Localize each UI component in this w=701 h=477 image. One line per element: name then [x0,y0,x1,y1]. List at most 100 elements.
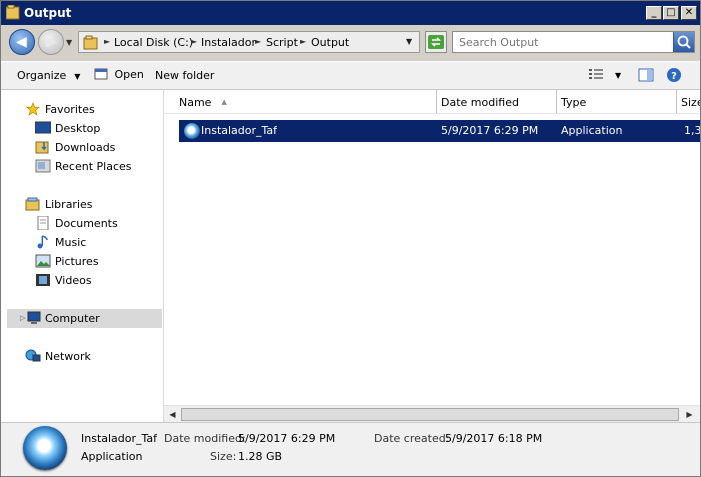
view-options-icon [589,69,603,79]
sidebar-item-label: Documents [55,217,118,230]
minimize-icon: _ [651,7,657,18]
sidebar-item-computer[interactable]: ▷ Computer [7,309,162,328]
column-header-size[interactable]: Size [677,90,700,113]
breadcrumb-item-instalador[interactable]: Instalador [201,36,256,49]
explorer-window: Output _ □ ✕ ◀ ▶ ▼ ► Local Disk (C:) ► I… [0,0,701,477]
folder-icon [83,35,98,50]
details-size-label: Size: [210,450,237,463]
star-icon [25,102,41,116]
recent-places-icon [35,159,51,173]
preview-pane-icon [638,68,654,82]
new-folder-button[interactable]: New folder [155,69,214,82]
address-history-dropdown[interactable]: ▼ [406,37,412,46]
file-list: Name ▲ Date modified Type Size Instalador… [164,90,700,422]
file-date-modified: 5/9/2017 6:29 PM [441,124,539,137]
close-icon: ✕ [684,7,694,18]
view-options-button[interactable] [588,67,604,84]
window-title: Output [24,6,72,20]
maximize-button[interactable]: □ [663,6,679,20]
downloads-icon [35,141,49,154]
sort-ascending-icon: ▲ [221,98,227,106]
details-file-type: Application [81,450,143,463]
breadcrumb-separator[interactable]: ► [255,37,261,46]
sidebar-item-label: Favorites [45,103,95,116]
network-icon [25,349,41,362]
details-pane: Instalador_Taf Application Date modified… [1,422,700,476]
sidebar-item-network[interactable]: Network [1,347,162,366]
open-button[interactable]: Open [94,67,144,81]
sidebar-item-label: Libraries [45,198,93,211]
details-date-modified: 5/9/2017 6:29 PM [238,432,336,445]
sidebar-item-label: Pictures [55,255,99,268]
help-button[interactable]: ? [666,67,682,86]
search-input[interactable] [453,32,673,52]
breadcrumb-item-local-disk[interactable]: Local Disk (C:) [114,36,193,49]
back-button[interactable]: ◀ [9,29,35,55]
search-button[interactable] [673,32,694,52]
sidebar-item-documents[interactable]: Documents [1,214,162,233]
column-header-date-modified[interactable]: Date modified [437,90,557,113]
sidebar-item-label: Desktop [55,122,101,135]
desktop-icon [35,121,51,134]
maximize-icon: □ [666,7,676,18]
help-icon: ? [667,68,681,82]
folder-icon [6,5,20,20]
sidebar-item-videos[interactable]: Videos [1,271,162,290]
view-options-dropdown[interactable]: ▼ [615,71,621,80]
chevron-down-icon: ▼ [74,72,81,81]
breadcrumb-separator[interactable]: ► [300,37,306,46]
sidebar-item-pictures[interactable]: Pictures [1,252,162,271]
file-name: Instalador_Taf [201,124,278,137]
address-row: ◀ ▶ ▼ ► Local Disk (C:) ► Instalador ► S… [1,25,700,61]
scroll-right-icon[interactable]: ▶ [682,407,697,422]
sidebar-item-label: Computer [45,312,100,325]
open-label: Open [114,68,144,81]
refresh-icon [428,35,444,49]
details-size: 1.28 GB [238,450,283,463]
sidebar-item-label: Downloads [55,141,116,154]
file-size: 1,3 [684,124,700,137]
title-bar[interactable]: Output _ □ ✕ [1,1,700,25]
minimize-button[interactable]: _ [646,6,662,20]
pictures-icon [35,254,51,268]
horizontal-scrollbar[interactable]: ◀ ▶ [164,405,700,422]
address-bar[interactable]: ► Local Disk (C:) ► Instalador ► Script … [78,31,420,53]
search-box[interactable] [452,31,695,53]
scrollbar-thumb[interactable] [181,408,679,421]
sidebar-item-desktop[interactable]: Desktop [1,119,162,138]
sidebar-item-libraries[interactable]: Libraries [1,195,162,214]
application-icon [94,68,108,80]
organize-button[interactable]: Organize ▼ [17,69,80,82]
column-header-row: Name ▲ Date modified Type Size [164,90,700,114]
arrow-left-icon: ◀ [16,34,27,50]
magnifier-icon [677,35,691,49]
table-row[interactable]: Instalador_Taf 5/9/2017 6:29 PM Applicat… [179,120,700,142]
close-button[interactable]: ✕ [681,6,697,20]
recent-pages-dropdown[interactable]: ▼ [66,38,74,48]
details-date-modified-label: Date modified: [164,432,246,445]
breadcrumb-separator[interactable]: ► [191,37,197,46]
application-icon [184,123,200,139]
column-header-name[interactable]: Name ▲ [175,90,437,113]
music-icon [37,235,49,249]
forward-button[interactable]: ▶ [38,29,64,55]
sidebar-item-favorites[interactable]: Favorites [1,100,162,119]
sidebar-item-music[interactable]: Music [1,233,162,252]
breadcrumb-item-script[interactable]: Script [266,36,298,49]
organize-label: Organize [17,69,67,82]
column-header-type[interactable]: Type [557,90,677,113]
breadcrumb-item-output[interactable]: Output [311,36,349,49]
sidebar-item-label: Music [55,236,87,249]
libraries-icon [25,197,40,211]
sidebar-item-downloads[interactable]: Downloads [1,138,162,157]
sidebar-item-recent-places[interactable]: Recent Places [1,157,162,176]
scroll-left-icon[interactable]: ◀ [165,407,180,422]
details-date-created-label: Date created: [374,432,450,445]
sidebar-item-label: Recent Places [55,160,132,173]
videos-icon [36,274,50,286]
preview-pane-button[interactable] [638,67,654,86]
refresh-button[interactable] [425,31,447,53]
documents-icon [37,216,49,230]
breadcrumb-separator[interactable]: ► [104,37,110,46]
computer-icon [27,311,41,324]
